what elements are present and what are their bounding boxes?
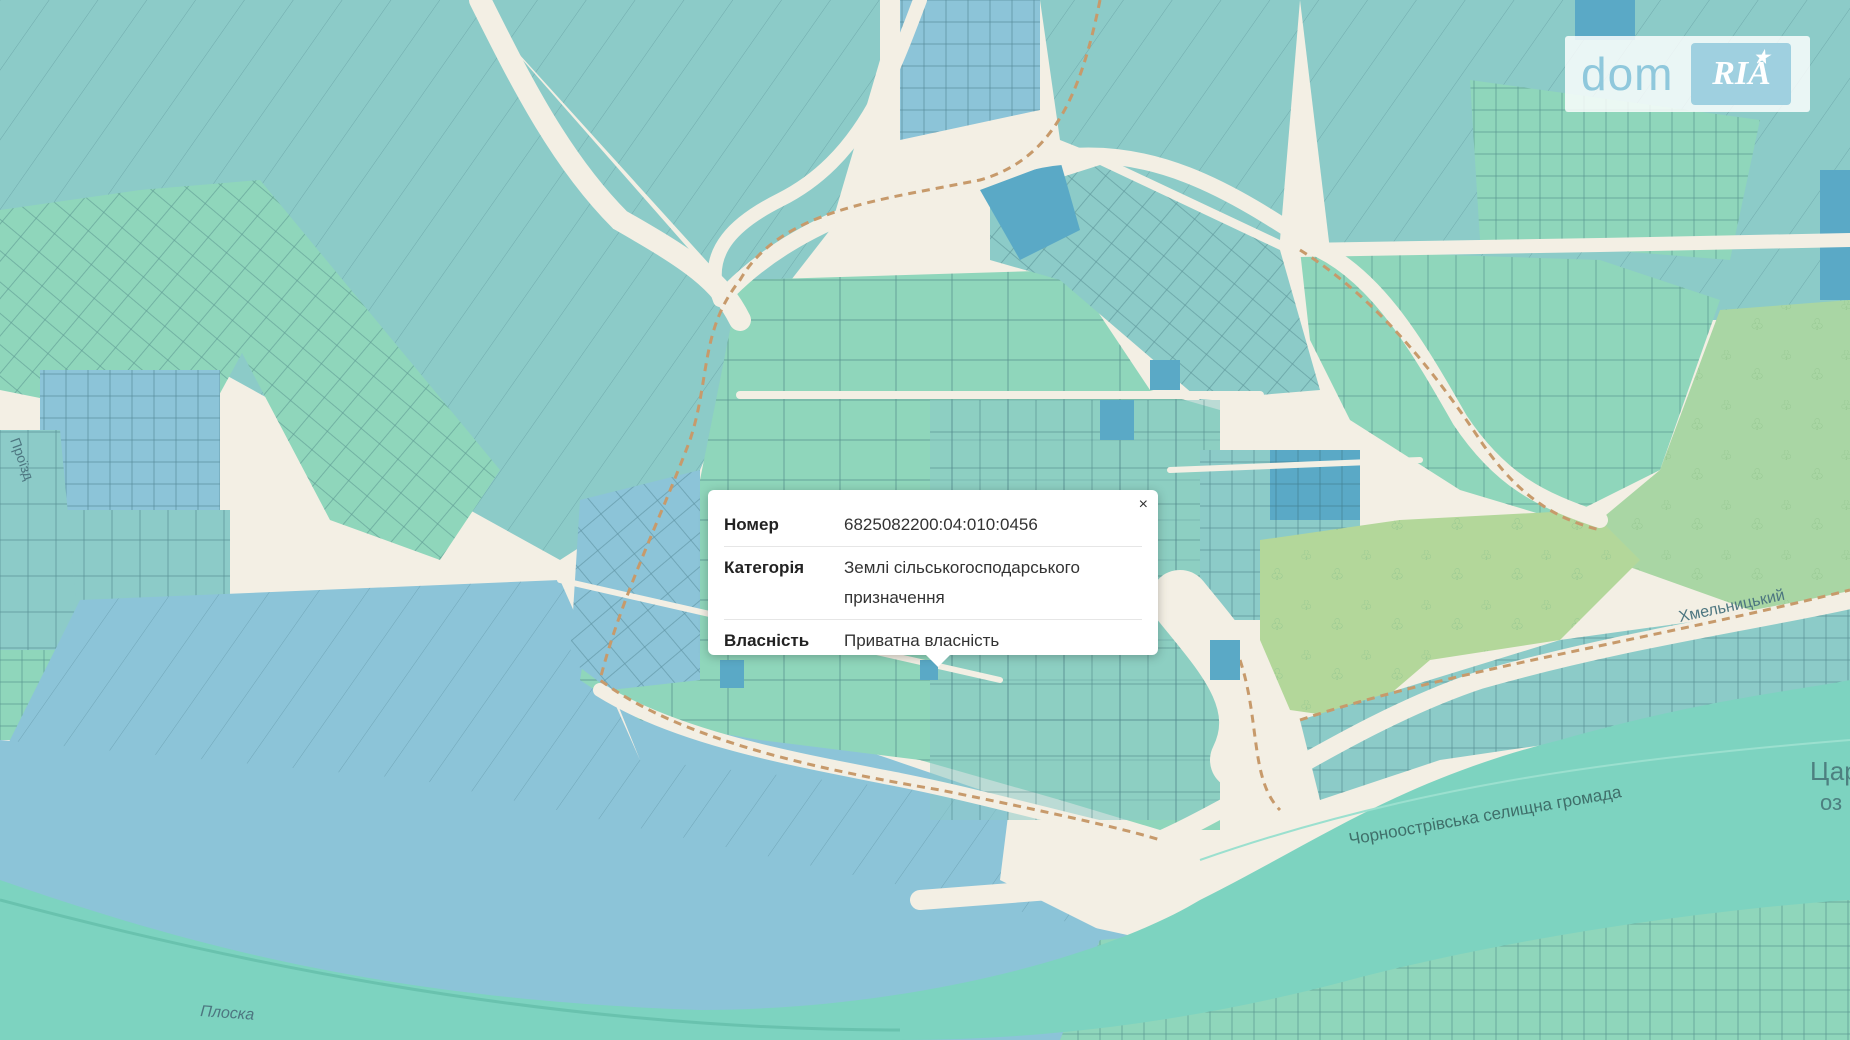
logo-ria-badge: ★ RIA bbox=[1691, 43, 1792, 105]
star-icon: ★ bbox=[1753, 47, 1770, 67]
parcel-number-value: 6825082200:04:010:0456 bbox=[844, 504, 1142, 547]
label-edge-tsar: Цар bbox=[1810, 756, 1850, 786]
parcel-category-row: Категорія Землі сільськогосподарського п… bbox=[724, 546, 1142, 620]
label-edge-oz: оз bbox=[1820, 790, 1842, 815]
parcel-category-label: Категорія bbox=[724, 546, 844, 620]
parcel-ownership-label: Власність bbox=[724, 631, 810, 650]
parcel-ownership-value: Приватна власність bbox=[844, 631, 1000, 650]
popup-tip bbox=[926, 655, 950, 667]
logo-dom-text: dom bbox=[1581, 48, 1674, 100]
parcel-category-value: Землі сільськогосподарського призначення bbox=[844, 546, 1142, 620]
parcel-info-table: Номер 6825082200:04:010:0456 Категорія З… bbox=[724, 504, 1142, 662]
cadastral-map[interactable]: ♧ ♧ bbox=[0, 0, 1850, 1040]
domria-logo: dom ★ RIA bbox=[1565, 36, 1810, 112]
parcel-info-popup: × Номер 6825082200:04:010:0456 Категорія… bbox=[708, 490, 1158, 667]
parcel-number-label: Номер bbox=[724, 504, 844, 547]
parcel-number-row: Номер 6825082200:04:010:0456 bbox=[724, 504, 1142, 547]
